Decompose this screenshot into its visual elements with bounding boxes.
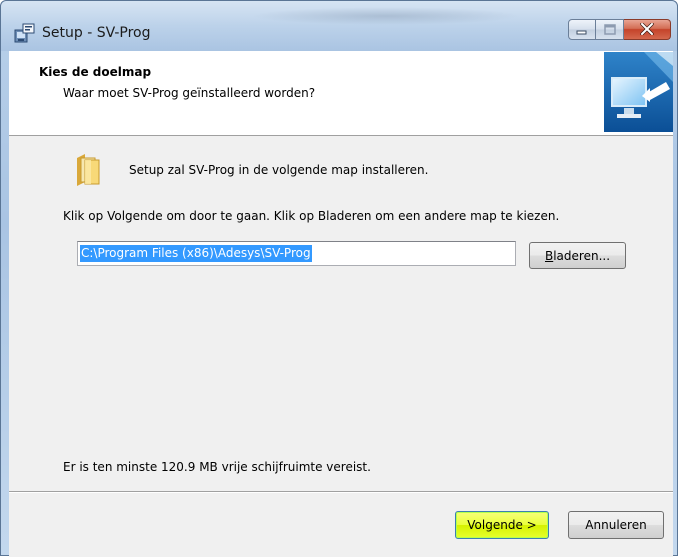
destination-path-value: C:\Program Files (x86)\Adesys\SV-Prog	[80, 245, 312, 262]
title-bar[interactable]: Setup - SV-Prog	[1, 1, 677, 51]
wizard-header: Kies de doelmap Waar moet SV-Prog geïnst…	[9, 51, 673, 136]
browse-button-label: laderen...	[553, 248, 611, 263]
disk-space-text: Er is ten minste 120.9 MB vrije schijfru…	[63, 460, 371, 474]
wizard-client-area: Kies de doelmap Waar moet SV-Prog geïnst…	[9, 51, 673, 557]
minimize-button[interactable]	[568, 19, 596, 40]
destination-path-input[interactable]: C:\Program Files (x86)\Adesys\SV-Prog	[77, 241, 516, 266]
next-button-label: Volgende >	[467, 518, 537, 532]
window-title: Setup - SV-Prog	[42, 25, 151, 41]
maximize-icon	[603, 20, 616, 39]
setup-app-icon[interactable]	[14, 22, 36, 44]
page-title: Kies de doelmap	[39, 65, 152, 79]
close-icon	[640, 20, 654, 39]
maximize-button[interactable]	[596, 19, 624, 40]
browse-button-accelerator: B	[544, 248, 554, 263]
setup-window: Setup - SV-Prog Kies de doelmap Waar moe…	[0, 0, 678, 557]
cancel-button-label: Annuleren	[585, 518, 647, 532]
page-subtitle: Waar moet SV-Prog geïnstalleerd worden?	[63, 86, 316, 100]
wizard-computer-icon	[604, 52, 673, 132]
next-button[interactable]: Volgende >	[455, 511, 549, 539]
cancel-button[interactable]: Annuleren	[568, 511, 664, 539]
close-button[interactable]	[624, 19, 671, 40]
caption-buttons	[568, 19, 671, 41]
footer-divider	[9, 491, 673, 493]
install-location-text: Setup zal SV-Prog in de volgende map ins…	[129, 163, 429, 177]
folder-icon	[73, 152, 103, 188]
instruction-text: Klik op Volgende om door te gaan. Klik o…	[63, 209, 560, 223]
title-bar-background-blur	[251, 7, 521, 25]
minimize-icon	[576, 20, 588, 39]
browse-button[interactable]: Bladeren...	[529, 242, 626, 269]
